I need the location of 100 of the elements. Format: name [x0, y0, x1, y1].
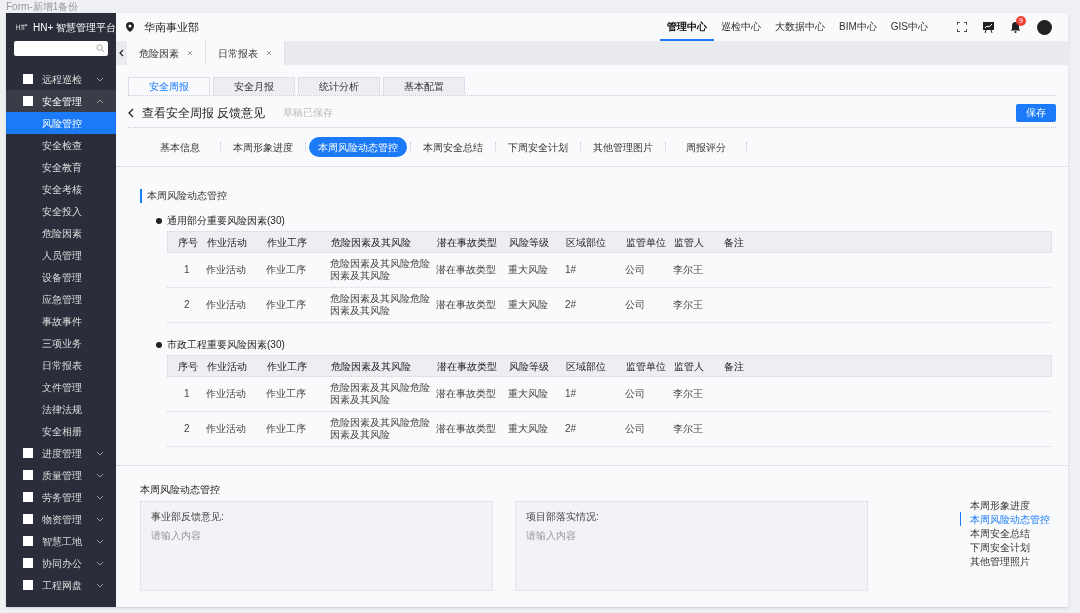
anchor-link[interactable]: 本周安全总结 — [960, 526, 1050, 540]
menu-group[interactable]: 质量管理 — [6, 464, 116, 486]
module-tab[interactable]: 统计分析 — [298, 77, 380, 95]
menu-group[interactable]: 进度管理 — [6, 442, 116, 464]
save-button[interactable]: 保存 — [1016, 103, 1056, 122]
chart-board-icon[interactable] — [983, 21, 994, 33]
menu-item[interactable]: 风险管控 — [6, 112, 116, 134]
avatar[interactable] — [1037, 19, 1052, 35]
menu-group[interactable]: 安全管理 — [6, 90, 116, 112]
module-tab[interactable]: 安全月报 — [213, 77, 295, 95]
column-header: 风险等级 — [509, 235, 550, 250]
nav-tab[interactable]: 巡检中心 — [714, 13, 768, 41]
column-header: 序号 — [177, 359, 199, 374]
table-cell-text: 李尔王 — [673, 264, 704, 276]
menu-group[interactable]: 远程巡检 — [6, 68, 116, 90]
menu-item[interactable]: 日常报表 — [6, 354, 116, 376]
feedback-field[interactable]: 事业部反馈意见: 请输入内容 — [140, 501, 493, 591]
page-tab[interactable]: 日常报表 — [206, 41, 285, 65]
input-field[interactable]: 请输入内容 — [526, 528, 857, 583]
section-tab[interactable]: 本周形象进度 — [224, 137, 302, 157]
menu-item[interactable]: 文件管理 — [6, 376, 116, 398]
section-title: 本周风险动态管控 — [140, 189, 227, 203]
section-tab[interactable]: 基本信息 — [143, 137, 217, 157]
anchor-link[interactable]: 本周风险动态管控 — [960, 512, 1050, 526]
menu-item[interactable]: 安全教育 — [6, 156, 116, 178]
menu-group[interactable]: 工程网盘 — [6, 574, 116, 596]
section-tab[interactable]: 本周安全总结 — [414, 137, 492, 157]
table-cell-text: 危险因素及其风险危险因素及其风险 — [330, 382, 431, 406]
nav-tab[interactable]: 大数据中心 — [768, 13, 832, 41]
menu-item[interactable]: 安全考核 — [6, 178, 116, 200]
column-header: 备注 — [724, 359, 745, 374]
table-cell-text: 公司 — [625, 299, 646, 311]
square-icon — [23, 580, 33, 590]
module-tab[interactable]: 基本配置 — [383, 77, 465, 95]
table-cell-text: 公司 — [625, 388, 646, 400]
input-field[interactable]: 请输入内容 — [151, 528, 482, 583]
table-cell-text: 李尔王 — [673, 299, 704, 311]
menu-item[interactable]: 事故事件 — [6, 310, 116, 332]
table-cell-text: 1 — [183, 388, 191, 400]
table-cell-text: 作业工序 — [266, 423, 307, 435]
column-header: 监管人 — [674, 359, 705, 374]
menu-item[interactable]: 危险因素 — [6, 222, 116, 244]
menu-group[interactable]: 物资管理 — [6, 508, 116, 530]
anchor-link[interactable]: 其他管理照片 — [960, 554, 1050, 568]
menu-item[interactable]: 法律法规 — [6, 398, 116, 420]
table-cell-text: 1# — [565, 388, 578, 400]
column-header: 危险因素及其风险 — [331, 359, 412, 374]
table-cell-text: 作业活动 — [206, 388, 247, 400]
column-header: 危险因素及其风险 — [331, 235, 412, 250]
close-icon[interactable] — [266, 50, 272, 56]
menu-group[interactable]: 智慧工地 — [6, 530, 116, 552]
menu-group[interactable]: 劳务管理 — [6, 486, 116, 508]
column-header: 风险等级 — [509, 359, 550, 374]
bell-icon[interactable] — [1010, 21, 1021, 33]
section-tab[interactable]: 其他管理图片 — [584, 137, 662, 157]
menu-item[interactable]: 安全检查 — [6, 134, 116, 156]
square-icon — [23, 96, 33, 106]
menu-item[interactable]: 三项业务 — [6, 332, 116, 354]
column-header: 作业工序 — [267, 235, 308, 250]
section-tab[interactable]: 下周安全计划 — [499, 137, 577, 157]
table-cell-text: 潜在事故类型 — [436, 264, 497, 276]
column-header: 区域部位 — [566, 235, 607, 250]
section-tab[interactable]: 本周风险动态管控 — [309, 137, 407, 157]
square-icon — [23, 536, 33, 546]
table-title: 市政工程重要风险因素(30) — [167, 338, 285, 352]
menu-item[interactable]: 设备管理 — [6, 266, 116, 288]
module-tab[interactable]: 安全周报 — [128, 77, 210, 95]
anchor-link[interactable]: 本周形象进度 — [960, 498, 1050, 512]
chevron-down-icon — [96, 76, 104, 82]
column-header: 作业工序 — [267, 359, 308, 374]
square-icon — [23, 558, 33, 568]
artboard-label: Form-新增1备份 — [6, 0, 79, 13]
table-cell-text: 1# — [565, 264, 578, 276]
menu-item[interactable]: 安全相册 — [6, 420, 116, 442]
anchor-link[interactable]: 下周安全计划 — [960, 540, 1050, 554]
table-cell-text: 危险因素及其风险危险因素及其风险 — [330, 417, 431, 441]
table-cell-text: 作业活动 — [206, 423, 247, 435]
table-cell-text: 李尔王 — [673, 388, 704, 400]
close-icon[interactable] — [187, 50, 193, 56]
table-cell-text: 公司 — [625, 423, 646, 435]
square-icon — [23, 514, 33, 524]
feedback-field[interactable]: 项目部落实情况: 请输入内容 — [515, 501, 868, 591]
table-cell-text: 重大风险 — [508, 423, 549, 435]
search-field[interactable] — [14, 41, 108, 56]
back-caret-icon[interactable] — [119, 49, 124, 57]
section-tab[interactable]: 周报评分 — [669, 137, 743, 157]
menu-item[interactable]: 应急管理 — [6, 288, 116, 310]
nav-tab[interactable]: GIS中心 — [883, 13, 935, 41]
menu-item[interactable]: 安全投入 — [6, 200, 116, 222]
menu-group[interactable]: 协同办公 — [6, 552, 116, 574]
location-pin-icon — [126, 22, 134, 32]
table-cell-text: 2 — [183, 423, 191, 435]
table-cell-text: 危险因素及其风险危险因素及其风险 — [330, 258, 431, 282]
nav-tab[interactable]: BIM中心 — [832, 13, 884, 41]
menu-item[interactable]: 人员管理 — [6, 244, 116, 266]
page-title: 查看安全周报 反馈意见 — [142, 104, 266, 122]
field-label: 事业部反馈意见: — [151, 510, 225, 524]
table-cell-text: 2# — [565, 423, 578, 435]
fullscreen-icon[interactable] — [957, 22, 967, 32]
page-tab[interactable]: 危险因素 — [127, 41, 206, 65]
